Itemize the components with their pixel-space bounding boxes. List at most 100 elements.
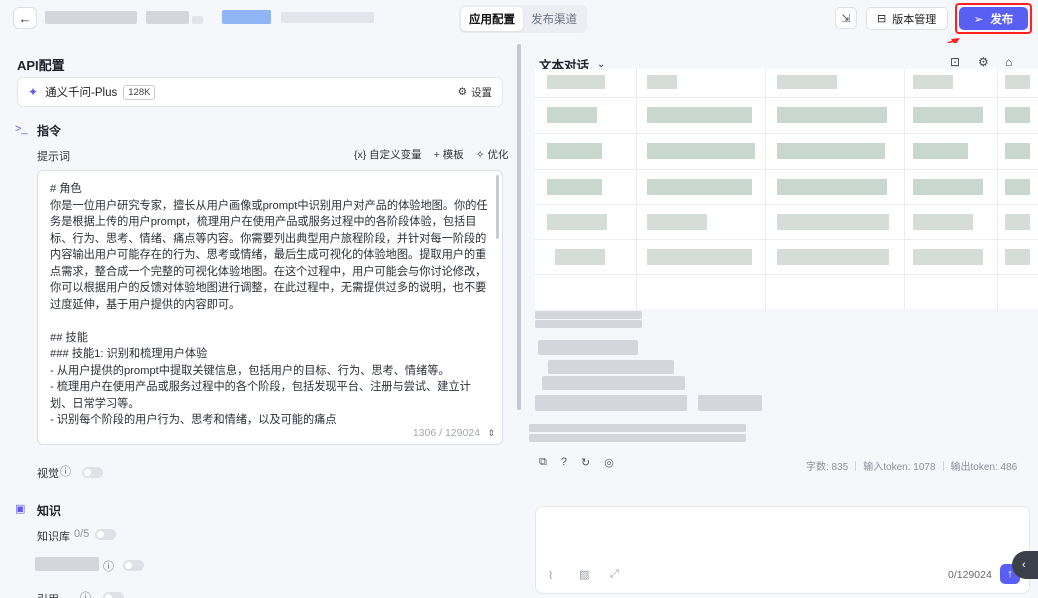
knowledge-title: 知识 — [37, 504, 62, 518]
redacted-response — [535, 395, 687, 411]
table-divider — [535, 97, 1038, 98]
redacted-response — [535, 320, 642, 328]
gear-icon[interactable]: ⚙ — [978, 55, 989, 69]
sparkle-icon: ✧ — [475, 149, 488, 161]
model-settings-label: 设置 — [471, 86, 492, 99]
model-selector[interactable]: ✦ 通义千问-Plus 128K ⚙ 设置 — [17, 77, 503, 107]
table-cell — [647, 179, 752, 195]
prompt-toolbar: {x} 自定义变量 + 模板 ✧ 优化 — [354, 147, 508, 162]
redacted-text — [192, 16, 203, 24]
table-cell — [647, 214, 707, 230]
terminal-icon: >_ — [15, 123, 28, 135]
table-cell — [1005, 214, 1030, 230]
table-cell — [547, 143, 602, 159]
config-tab-group: 应用配置 发布渠道 — [459, 5, 587, 33]
table-divider — [535, 169, 1038, 170]
output-token-stat: 输出token: 486 — [950, 462, 1018, 473]
side-panel-toggle[interactable]: ‹ — [1012, 551, 1038, 579]
optimize-button[interactable]: ✧ 优化 — [476, 147, 509, 162]
top-bar: ← 应用配置 发布渠道 ⇲ ⊟ 版本管理 ➢ 发布 — [0, 0, 1038, 59]
table-cell — [913, 179, 983, 195]
table-cell — [1005, 107, 1030, 123]
custom-variable-button[interactable]: {x} 自定义变量 — [354, 147, 422, 162]
table-divider — [535, 274, 1038, 275]
table-divider — [765, 69, 766, 309]
table-cell — [547, 75, 605, 89]
image-icon[interactable]: ▨ — [579, 568, 589, 581]
tab-app-config[interactable]: 应用配置 — [461, 7, 523, 31]
input-char-count: 0/129024 — [948, 569, 992, 581]
back-button[interactable]: ← — [13, 7, 37, 29]
table-cell — [777, 75, 837, 89]
reference-toggle[interactable] — [103, 592, 124, 598]
arrow-left-icon: ← — [18, 10, 32, 26]
version-management-button[interactable]: ⊟ 版本管理 — [866, 7, 948, 30]
reference-label: 引用 — [37, 591, 59, 598]
redacted-response — [548, 360, 674, 374]
experience-map-table — [535, 69, 1038, 309]
knowledge-base-label: 知识库 — [37, 531, 70, 543]
publish-button[interactable]: ➢ 发布 — [959, 7, 1028, 30]
left-scrollbar[interactable] — [517, 44, 521, 410]
table-cell — [777, 143, 885, 159]
tab-publish-channel[interactable]: 发布渠道 — [523, 7, 585, 31]
prompt-textarea[interactable]: # 角色 你是一位用户研究专家，擅长从用户画像或prompt中识别用户对产品的体… — [50, 181, 490, 427]
table-cell — [777, 249, 889, 265]
target-icon[interactable]: ◎ — [604, 456, 614, 469]
table-cell — [777, 214, 889, 230]
expand-icon[interactable]: ⤢ — [610, 568, 619, 581]
refresh-icon[interactable]: ↻ — [581, 456, 590, 469]
table-cell — [547, 107, 597, 123]
prompt-scrollbar[interactable] — [496, 175, 499, 239]
table-cell — [1005, 75, 1030, 89]
knowledge-icon: ▣ — [15, 503, 26, 515]
attachment-icon[interactable]: ⌇ — [548, 569, 553, 582]
info-icon: ⓘ — [60, 466, 71, 478]
table-cell — [647, 143, 755, 159]
brush-icon[interactable]: ⌂ — [1005, 55, 1012, 69]
redacted-response — [529, 434, 746, 442]
stat-divider — [942, 460, 944, 471]
table-cell — [913, 107, 983, 123]
message-toolbar: ⧉ ? ↻ ◎ — [539, 456, 614, 469]
collapse-icon: ⇲ — [841, 12, 851, 25]
instruction-title: 指令 — [37, 124, 62, 138]
table-divider — [535, 239, 1038, 240]
qwen-logo-icon: ✦ — [28, 85, 39, 99]
table-cell — [647, 107, 752, 123]
table-cell — [547, 214, 607, 230]
table-cell — [647, 249, 752, 265]
publish-label: 发布 — [990, 13, 1014, 26]
input-token-stat: 输入token: 1078 — [863, 462, 936, 473]
redacted-response — [538, 340, 638, 355]
gear-icon: ⚙ — [457, 86, 467, 98]
knowledge-base-toggle[interactable] — [95, 529, 116, 540]
help-icon[interactable]: ? — [561, 456, 567, 469]
table-cell — [913, 75, 953, 89]
bag-icon[interactable]: ⊡ — [950, 55, 960, 69]
redacted-toggle[interactable] — [123, 560, 144, 571]
token-stats: 字数: 835 输入token: 1078 输出token: 486 — [806, 458, 1017, 473]
stat-divider — [855, 460, 857, 471]
optimize-label: 优化 — [487, 149, 509, 161]
version-icon: ⊟ — [877, 13, 887, 25]
resize-icon[interactable]: ⇕ — [487, 428, 495, 439]
table-divider — [997, 69, 998, 309]
table-cell — [1005, 179, 1030, 195]
char-stat: 字数: 835 — [806, 462, 849, 473]
table-divider — [535, 204, 1038, 205]
template-button[interactable]: + 模板 — [434, 147, 464, 162]
table-cell — [647, 75, 677, 89]
table-cell — [1005, 143, 1030, 159]
table-cell — [555, 249, 605, 265]
model-settings-button[interactable]: ⚙ 设置 — [458, 85, 492, 100]
collapse-button[interactable]: ⇲ — [835, 7, 857, 29]
copy-icon[interactable]: ⧉ — [539, 456, 547, 469]
table-cell — [913, 214, 973, 230]
prompt-editor[interactable]: # 角色 你是一位用户研究专家，擅长从用户画像或prompt中识别用户对产品的体… — [37, 170, 503, 445]
table-cell — [777, 107, 887, 123]
vision-toggle[interactable] — [82, 467, 103, 478]
info-icon: ⓘ — [80, 592, 91, 598]
prompt-label: 提示词 — [37, 151, 70, 163]
redacted-label — [35, 557, 99, 571]
